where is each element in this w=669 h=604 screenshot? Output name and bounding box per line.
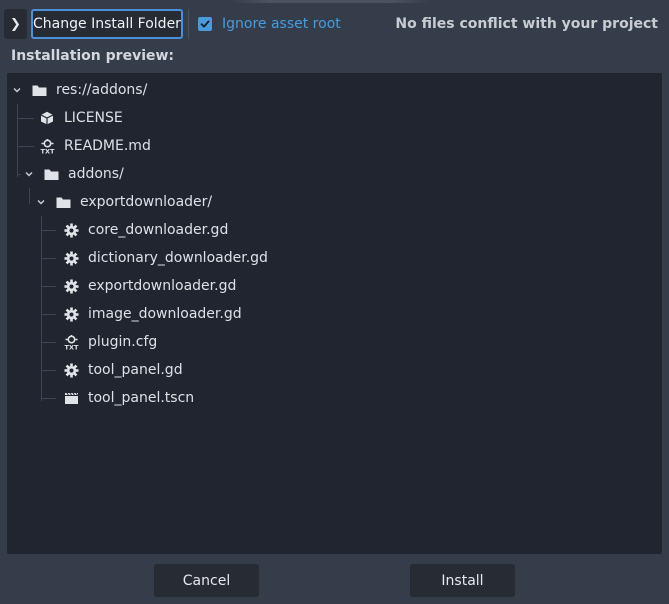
install-button[interactable]: Install [410, 564, 515, 597]
gear-icon [63, 250, 79, 266]
folder-icon [31, 82, 47, 98]
installation-preview-heading: Installation preview: [11, 48, 175, 64]
tree-item-dictionary-downloader[interactable]: dictionary_downloader.gd [63, 244, 268, 272]
tree-item-label: LICENSE [64, 110, 123, 126]
expand-button[interactable]: ❯ [4, 9, 27, 39]
tree-item-readme[interactable]: TXT README.md [39, 132, 151, 160]
tree-item-label: addons/ [68, 166, 124, 182]
gear-icon [63, 222, 79, 238]
tree-item-image-downloader[interactable]: image_downloader.gd [63, 300, 242, 328]
tree-item-label: exportdownloader.gd [88, 278, 237, 294]
folder-icon [55, 194, 71, 210]
tree-guide [41, 286, 56, 287]
tree-item-res-addons[interactable]: res://addons/ [11, 76, 147, 104]
clapperboard-icon [63, 390, 79, 406]
tree-item-tool-panel-gd[interactable]: tool_panel.gd [63, 356, 183, 384]
tree-guide [41, 230, 56, 231]
toolbar-separator [188, 9, 189, 39]
tree-item-plugin-cfg[interactable]: TXT plugin.cfg [63, 328, 157, 356]
tree-item-addons[interactable]: addons/ [23, 160, 124, 188]
tree-item-core-downloader[interactable]: core_downloader.gd [63, 216, 228, 244]
gear-icon [63, 362, 79, 378]
tree-guide [17, 146, 34, 147]
svg-text:TXT: TXT [64, 343, 78, 350]
tree-item-label: exportdownloader/ [80, 194, 213, 210]
tree-item-exportdownloader-folder[interactable]: exportdownloader/ [35, 188, 212, 216]
tree-item-label: tool_panel.gd [88, 362, 183, 378]
conflict-status-text: No files conflict with your project [395, 16, 658, 32]
tree-guide [41, 342, 56, 343]
tree-item-label: tool_panel.tscn [88, 390, 195, 406]
folder-icon [43, 166, 59, 182]
tree-guide [17, 104, 18, 177]
checkbox-checked-icon [198, 17, 212, 31]
tree-guide [41, 314, 56, 315]
change-install-folder-button[interactable]: Change Install Folder [31, 9, 183, 39]
chevron-down-icon[interactable] [35, 197, 47, 207]
install-toolbar: ❯ Change Install Folder Ignore asset roo… [0, 0, 669, 48]
file-box-icon [39, 110, 55, 126]
chevron-right-icon: ❯ [10, 16, 21, 32]
chevron-down-icon[interactable] [11, 85, 23, 95]
tree-guide [17, 174, 21, 175]
tree-guide [41, 398, 56, 399]
cancel-button[interactable]: Cancel [154, 564, 259, 597]
tree-item-label: plugin.cfg [88, 334, 158, 350]
tree-guide [41, 370, 56, 371]
ignore-asset-root-label: Ignore asset root [222, 16, 341, 32]
tree-item-exportdownloader-gd[interactable]: exportdownloader.gd [63, 272, 236, 300]
install-asset-dialog: ❯ Change Install Folder Ignore asset roo… [0, 0, 669, 604]
gear-icon [63, 306, 79, 322]
tree-item-label: dictionary_downloader.gd [88, 250, 268, 266]
tree-item-label: res://addons/ [56, 82, 148, 98]
installation-tree[interactable]: res://addons/ LICENSE TXT README.md addo… [7, 73, 662, 554]
tree-item-tool-panel-tscn[interactable]: tool_panel.tscn [63, 384, 194, 412]
tree-item-license[interactable]: LICENSE [39, 104, 123, 132]
text-file-icon: TXT [63, 334, 79, 350]
tree-guide [41, 216, 42, 401]
tree-item-label: README.md [64, 138, 151, 154]
tree-guide [17, 118, 34, 119]
ignore-asset-root-checkbox[interactable]: Ignore asset root [198, 13, 341, 35]
text-file-icon: TXT [39, 138, 55, 154]
tree-item-label: core_downloader.gd [88, 222, 229, 238]
gear-icon [63, 278, 79, 294]
svg-text:TXT: TXT [40, 147, 54, 154]
tree-guide [29, 188, 30, 204]
chevron-down-icon[interactable] [23, 169, 35, 179]
tree-item-label: image_downloader.gd [88, 306, 242, 322]
tree-guide [41, 258, 56, 259]
